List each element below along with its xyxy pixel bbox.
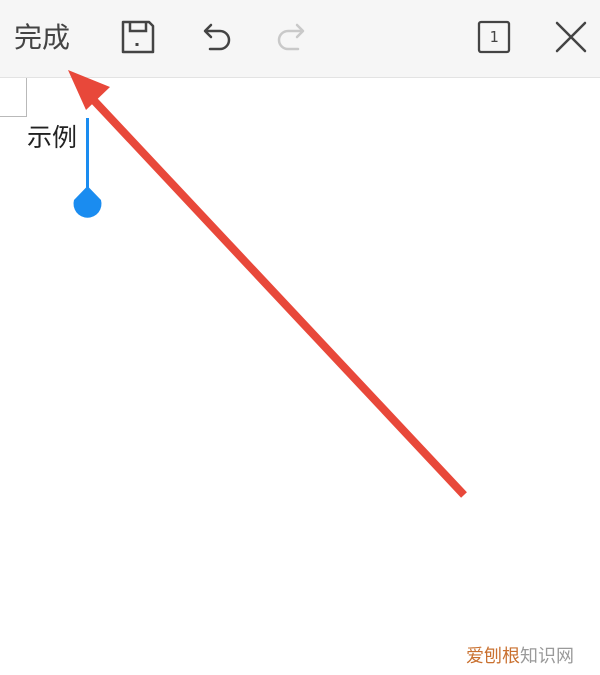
close-icon [555, 21, 587, 53]
watermark-part1: 爱刨根 [466, 646, 520, 667]
watermark-part2: 知识网 [520, 646, 574, 667]
undo-button[interactable] [194, 15, 238, 59]
watermark: 爱刨根知识网 [466, 645, 574, 669]
redo-icon [277, 23, 305, 51]
page-count-text: 1 [489, 28, 499, 46]
undo-icon [203, 23, 231, 51]
page-count-button[interactable]: 1 [472, 15, 516, 59]
done-button[interactable]: 完成 [14, 19, 70, 57]
text-cursor-handle[interactable] [68, 118, 108, 228]
close-button[interactable] [549, 15, 593, 59]
save-button[interactable] [116, 15, 160, 59]
save-icon [121, 20, 155, 54]
cursor-handle-icon [73, 118, 102, 218]
page-corner-marker [0, 78, 27, 117]
top-toolbar: 完成 1 [0, 0, 600, 78]
redo-button[interactable] [270, 15, 314, 59]
